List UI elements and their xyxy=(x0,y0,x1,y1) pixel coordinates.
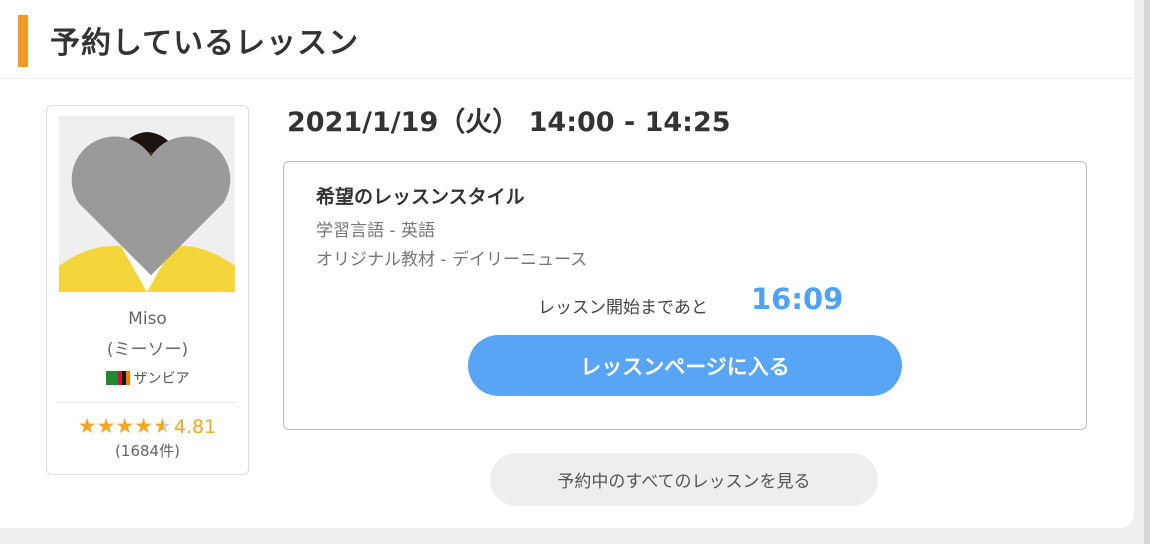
view-all-lessons-button[interactable]: 予約中のすべてのレッスンを見る xyxy=(490,453,878,506)
teacher-name-kana: (ミーソー) xyxy=(106,340,189,360)
section-header: 予約しているレッスン xyxy=(0,0,1134,79)
star-icon: ★ xyxy=(96,414,116,438)
star-icon: ★ xyxy=(134,414,154,438)
lesson-material: オリジナル教材 - デイリーニュース xyxy=(316,250,588,270)
teacher-card[interactable]: Miso (ミーソー) ザンビア ★★★★★ 4.81 (1684件) xyxy=(46,105,249,475)
rating-score: 4.81 xyxy=(173,416,217,438)
enter-lesson-button[interactable]: レッスンページに入る xyxy=(468,335,902,396)
teacher-country: ザンビア xyxy=(47,368,248,388)
lesson-datetime: 2021/1/19（火） 14:00 - 14:25 xyxy=(287,107,731,138)
heart-icon[interactable] xyxy=(63,120,235,292)
star-icon: ★ xyxy=(115,414,135,438)
section-title: 予約しているレッスン xyxy=(50,26,360,61)
scrollbar[interactable] xyxy=(1144,0,1150,544)
teacher-name[interactable]: Miso xyxy=(47,309,248,329)
reserved-lessons-card: 予約しているレッスン Miso (ミーソー) ザンビア ★★★★★ 4.81 (… xyxy=(0,0,1134,528)
rating: ★★★★★ 4.81 xyxy=(59,414,235,439)
lesson-style-box: 希望のレッスンスタイル 学習言語 - 英語 オリジナル教材 - デイリーニュース… xyxy=(283,161,1087,430)
teacher-photo[interactable] xyxy=(59,116,235,292)
lesson-style-title: 希望のレッスンスタイル xyxy=(316,186,525,208)
star-icon: ★ xyxy=(77,414,97,438)
lesson-language: 学習言語 - 英語 xyxy=(316,221,435,241)
star-half-icon: ★ xyxy=(153,414,172,438)
review-count: (1684件) xyxy=(115,442,180,460)
section-accent-bar xyxy=(18,15,28,67)
country-label: ザンビア xyxy=(133,371,190,387)
zambia-flag-icon xyxy=(105,371,130,385)
divider xyxy=(59,402,235,403)
countdown-label: レッスン開始まであと xyxy=(538,298,708,318)
countdown-value: 16:09 xyxy=(751,282,844,316)
